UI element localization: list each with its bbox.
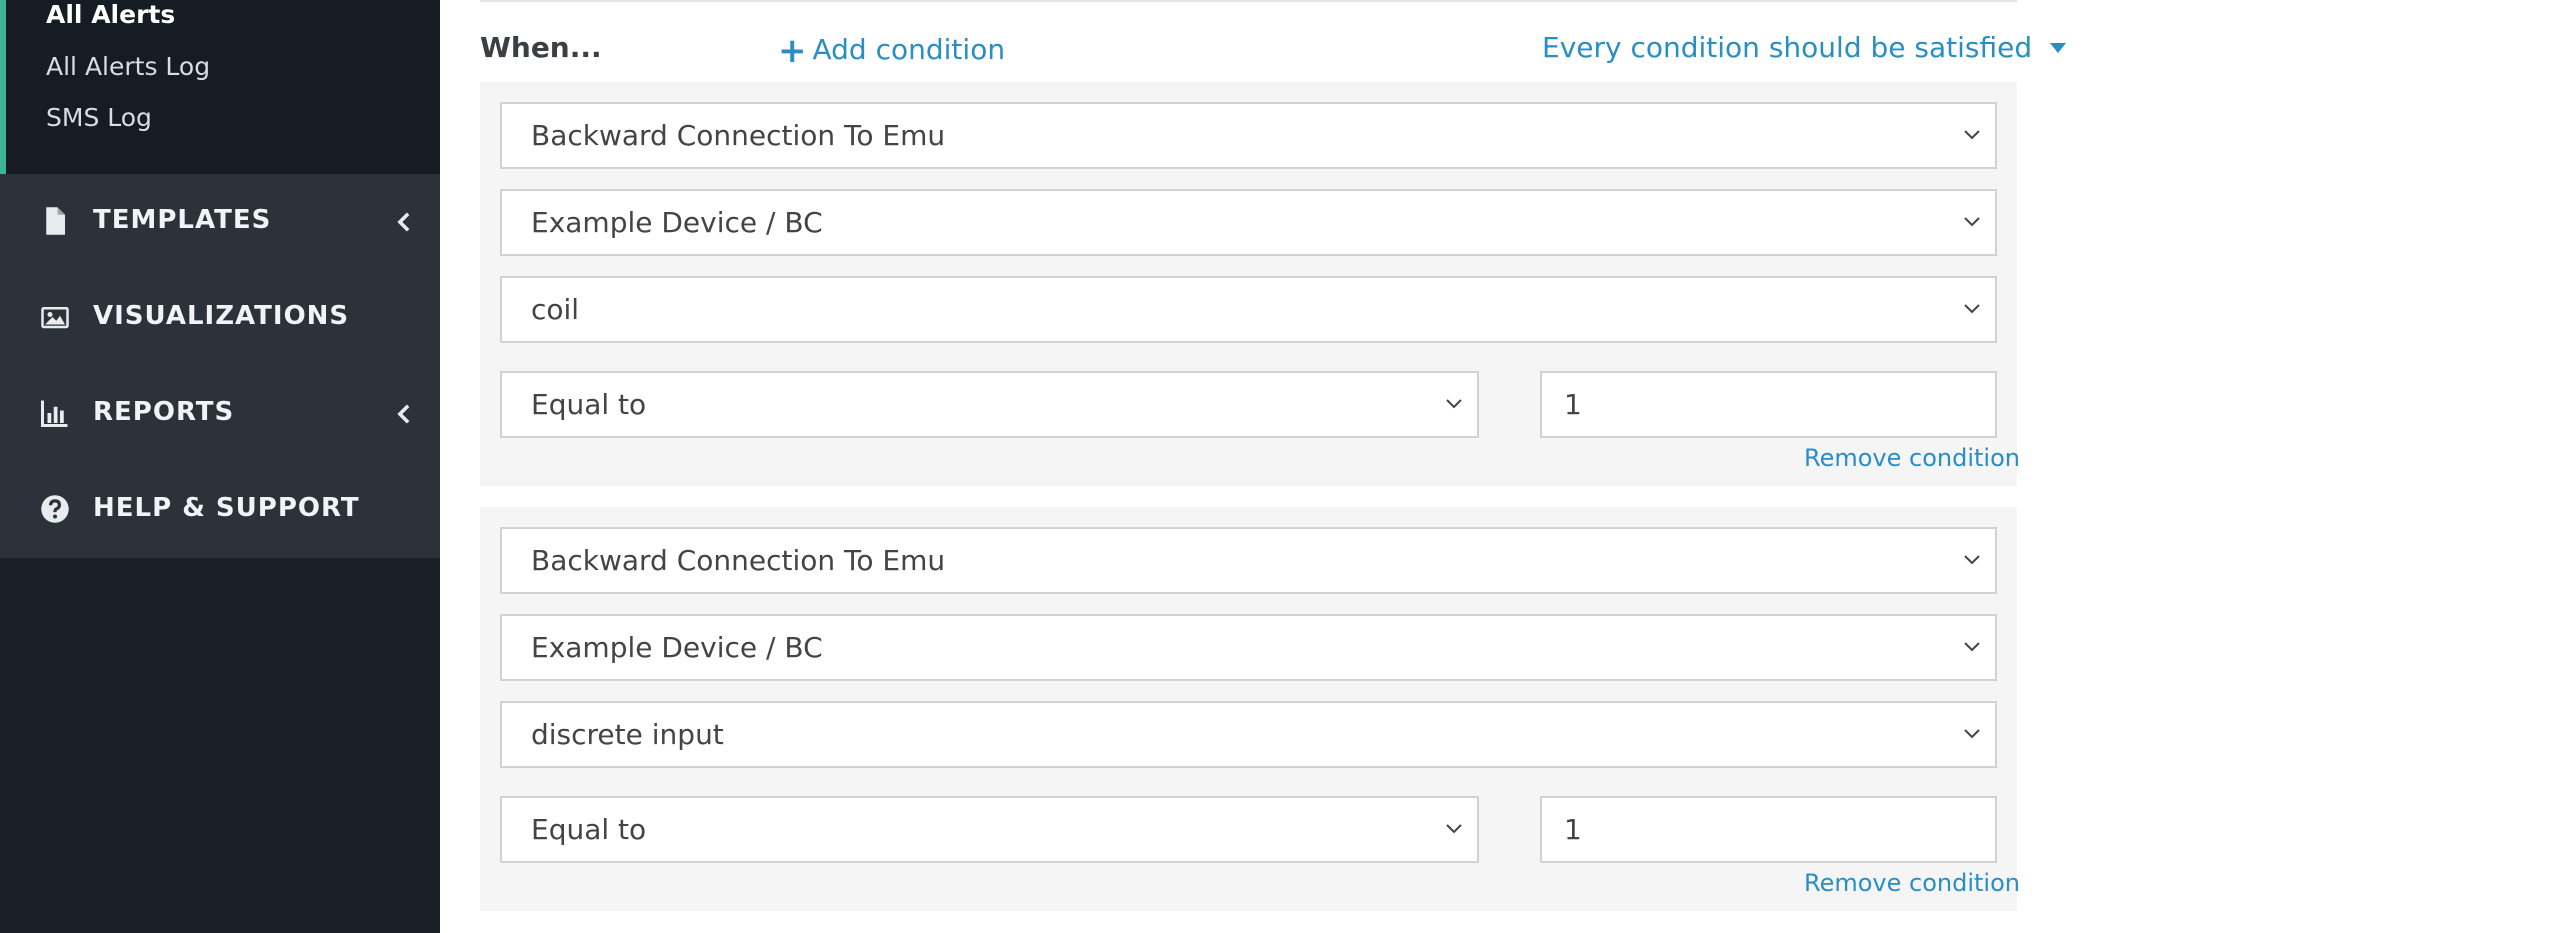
device-select-value: Example Device / BC [531,631,823,664]
add-condition-label: Add condition [812,33,1006,66]
chevron-down-icon [1964,304,1980,314]
satisfy-mode-dropdown[interactable]: Every condition should be satisfied [1542,31,2067,64]
section-divider [480,0,2017,2]
condition-group: Backward Connection To Emu Example Devic… [480,82,2020,486]
when-label: When... [480,31,602,64]
sidebar-nav: TEMPLATES VISUALIZATIONS REPORTS HELP & … [0,174,440,558]
chevron-down-icon [1964,729,1980,739]
satisfy-mode-label: Every condition should be satisfied [1542,31,2033,64]
register-select-value: coil [531,293,580,326]
sidebar-item-label: VISUALIZATIONS [93,301,350,331]
caret-down-icon [2050,43,2067,53]
question-circle-icon [41,495,69,523]
value-input[interactable]: 1 [1540,371,1997,438]
remove-condition-link[interactable]: Remove condition [1804,869,2020,897]
device-select-value: Example Device / BC [531,206,823,239]
device-select[interactable]: Example Device / BC [500,614,1997,681]
source-select-value: Backward Connection To Emu [531,119,946,152]
submenu-item-sms-log[interactable]: SMS Log [46,103,152,132]
sidebar-item-visualizations[interactable]: VISUALIZATIONS [0,270,440,366]
register-select-value: discrete input [531,718,724,751]
sidebar-item-label: REPORTS [93,397,235,427]
active-menu-accent [0,0,6,174]
sidebar-item-reports[interactable]: REPORTS [0,366,440,462]
submenu-item-all-alerts-log[interactable]: All Alerts Log [46,52,210,81]
add-condition-button[interactable]: + Add condition [778,31,1005,71]
file-icon [46,207,65,235]
remove-condition-link[interactable]: Remove condition [1804,444,2020,472]
source-select[interactable]: Backward Connection To Emu [500,527,1997,594]
chevron-left-icon [397,404,410,424]
operator-select-value: Equal to [531,388,647,421]
operator-select-value: Equal to [531,813,647,846]
bar-chart-icon [41,400,68,427]
chevron-down-icon [1446,399,1462,409]
chevron-down-icon [1964,217,1980,227]
chevron-down-icon [1964,642,1980,652]
register-select[interactable]: discrete input [500,701,1997,768]
register-select[interactable]: coil [500,276,1997,343]
operator-select[interactable]: Equal to [500,796,1479,863]
sidebar-item-label: TEMPLATES [93,205,272,235]
value-input[interactable]: 1 [1540,796,1997,863]
sidebar: All Alerts All Alerts Log SMS Log TEMPLA… [0,0,440,933]
sidebar-item-help-support[interactable]: HELP & SUPPORT [0,462,440,558]
chevron-left-icon [397,212,410,232]
chevron-down-icon [1964,555,1980,565]
submenu-item-all-alerts[interactable]: All Alerts [46,0,175,29]
sidebar-item-label: HELP & SUPPORT [93,493,360,523]
source-select[interactable]: Backward Connection To Emu [500,102,1997,169]
image-icon [41,307,69,329]
source-select-value: Backward Connection To Emu [531,544,946,577]
operator-select[interactable]: Equal to [500,371,1479,438]
plus-icon: + [778,31,807,71]
alerts-submenu: All Alerts All Alerts Log SMS Log [0,0,440,174]
chevron-down-icon [1964,130,1980,140]
condition-group: Backward Connection To Emu Example Devic… [480,507,2020,911]
device-select[interactable]: Example Device / BC [500,189,1997,256]
chevron-down-icon [1446,824,1462,834]
sidebar-item-templates[interactable]: TEMPLATES [0,174,440,270]
